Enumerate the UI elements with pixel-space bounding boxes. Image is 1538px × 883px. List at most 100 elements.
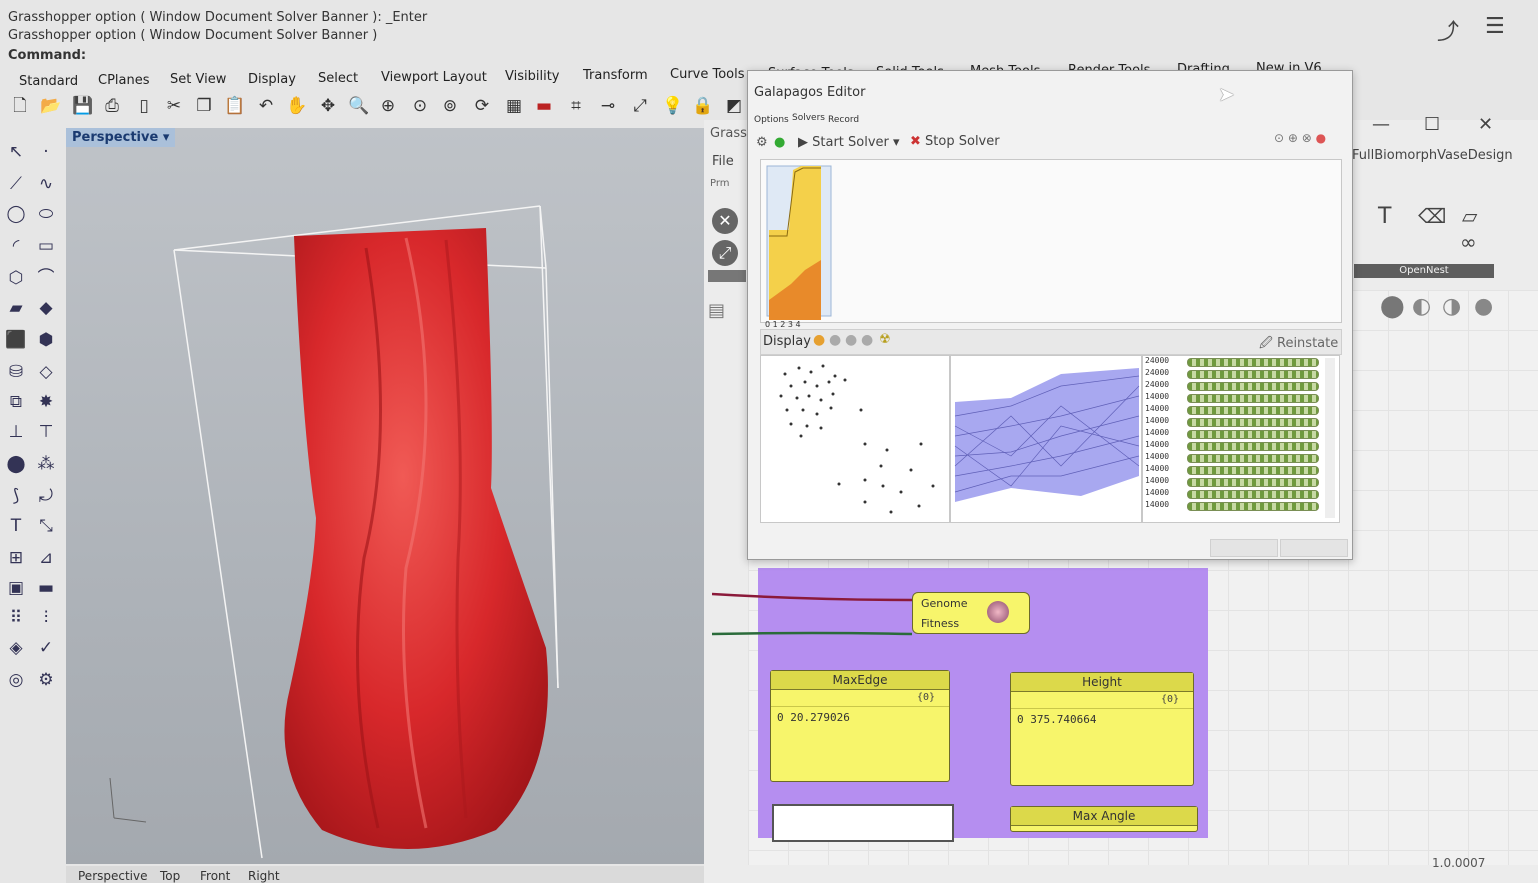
vase-model[interactable] [66, 128, 704, 864]
page-icon[interactable]: ▯ [134, 96, 154, 116]
genome-input[interactable]: Genome [921, 597, 967, 610]
maxangle-component[interactable]: Max Angle [1010, 806, 1198, 832]
car-icon[interactable]: ▬ [534, 96, 554, 116]
scale-icon[interactable]: ⤡ [34, 514, 58, 538]
fitness-row[interactable]: 14000 [1145, 440, 1331, 451]
zoom-window-icon[interactable]: ⊕ [378, 96, 398, 116]
fitness-row[interactable]: 14000 [1145, 452, 1331, 463]
copy-icon[interactable]: ❐ [194, 96, 214, 116]
height-panel[interactable]: Height {0} 0 375.740664 [1010, 672, 1194, 786]
fitness-list-panel[interactable]: 24000 24000 24000 14000 14000 14000 1400… [1142, 355, 1340, 523]
perspective-viewport[interactable]: Perspective ▾ [66, 128, 704, 864]
display-dot-3[interactable]: ● [845, 332, 857, 348]
group-icon[interactable]: ⬤ [4, 452, 28, 476]
fitness-scrollbar[interactable] [1325, 358, 1335, 518]
grasshopper-file-menu[interactable]: File [712, 154, 734, 169]
material-icon[interactable]: ◩ [724, 96, 744, 116]
opennest-section[interactable]: OpenNest [1354, 264, 1494, 278]
display-dot-2[interactable]: ● [829, 332, 841, 348]
undo-icon[interactable]: ↶ [256, 96, 276, 116]
boolean-icon[interactable]: ⧉ [4, 390, 28, 414]
split-icon[interactable]: ⊥ [4, 420, 28, 444]
dimension-icon[interactable]: ⊿ [34, 546, 58, 570]
maxedge-panel[interactable]: MaxEdge {0} 0 20.279026 [770, 670, 950, 782]
fitness-row[interactable]: 14000 [1145, 500, 1331, 511]
surface-icon[interactable]: ▰ [4, 296, 28, 320]
render-icon[interactable]: ◈ [4, 636, 28, 660]
galapagos-tab-options[interactable]: Options [754, 115, 789, 125]
galapagos-tab-record[interactable]: Record [828, 115, 859, 125]
array-icon[interactable]: ⁂ [34, 452, 58, 476]
rotate-view-icon[interactable]: ⟳ [472, 96, 492, 116]
link-icon[interactable]: ⤢ [712, 240, 738, 266]
tab-curve-tools[interactable]: Curve Tools [670, 67, 745, 82]
cylinder-icon[interactable]: ⛁ [4, 360, 28, 384]
tune-icon[interactable]: ☰ [1485, 14, 1505, 39]
viewport-tab-perspective[interactable]: Perspective [78, 869, 148, 883]
galapagos-editor-window[interactable]: Galapagos Editor Options Solvers Record … [747, 70, 1353, 560]
document-icon[interactable]: ▤ [708, 300, 725, 321]
layers-icon[interactable]: ◎ [4, 668, 28, 692]
maximize-icon[interactable]: ☐ [1424, 114, 1440, 135]
minimize-icon[interactable]: — [1372, 114, 1390, 135]
graph-mode-icons[interactable]: ⊙ ⊕ ⊗ ● [1274, 131, 1326, 145]
close-window-icon[interactable]: ✕ [1478, 114, 1493, 135]
save-icon[interactable]: 💾 [72, 96, 93, 116]
box-icon[interactable]: ⬛ [4, 328, 28, 352]
command-prompt[interactable]: Command: [8, 48, 86, 63]
extrude-icon[interactable]: ⬢ [34, 328, 58, 352]
cluster-icon[interactable]: ∞ [1460, 230, 1477, 254]
light-bulb-icon[interactable]: 💡 [662, 96, 683, 116]
mesh-tool-icon[interactable]: ◇ [34, 360, 58, 384]
tab-select[interactable]: Select [318, 71, 358, 86]
tab-set-view[interactable]: Set View [170, 72, 226, 87]
text-tag-icon[interactable]: T [1378, 204, 1391, 229]
fillet-curve-icon[interactable]: ⤾ [34, 484, 58, 508]
curve-icon[interactable]: ∿ [34, 172, 58, 196]
check-icon[interactable]: ✓ [34, 636, 58, 660]
eraser-icon[interactable]: ⌫ [1418, 204, 1446, 228]
plane-icon[interactable]: ▱ [1462, 204, 1477, 228]
gumball-icon[interactable]: ⤢ [630, 96, 650, 116]
fitness-row[interactable]: 14000 [1145, 416, 1331, 427]
viewport-tab-front[interactable]: Front [200, 869, 230, 883]
zoom-icon[interactable]: 🔍 [348, 96, 369, 116]
print-icon[interactable]: ⎙ [102, 96, 122, 116]
cut-icon[interactable]: ✂ [164, 96, 184, 116]
start-solver-button[interactable]: ▶ Start Solver ▾ [798, 135, 900, 150]
grasshopper-tab-prm[interactable]: Prm [710, 178, 730, 189]
pan-hand-icon[interactable]: ✋ [286, 96, 307, 116]
new-file-icon[interactable]: 🗋 [10, 96, 30, 116]
fitness-row[interactable]: 24000 [1145, 368, 1331, 379]
fitness-input[interactable]: Fitness [921, 617, 959, 630]
open-folder-icon[interactable]: 📂 [40, 96, 61, 116]
grid-icon[interactable]: ▦ [504, 96, 524, 116]
shape-icon-3[interactable]: ◑ [1442, 294, 1461, 319]
polygon-icon[interactable]: ⬡ [4, 266, 28, 290]
mesh-icon[interactable]: ⌗ [566, 96, 586, 116]
fitness-row[interactable]: 24000 [1145, 356, 1331, 367]
text-tool-icon[interactable]: T [4, 514, 28, 538]
explode-icon[interactable]: ✸ [34, 390, 58, 414]
arc-icon[interactable]: ◜ [4, 234, 28, 258]
paste-icon[interactable]: 📋 [224, 96, 245, 116]
ruler-icon[interactable]: ▬ [34, 576, 58, 600]
shape-icon-2[interactable]: ◐ [1412, 294, 1431, 319]
display-dot-4[interactable]: ● [861, 332, 873, 348]
cancel-button-disabled[interactable] [1280, 539, 1348, 557]
rectangle-icon[interactable]: ▭ [34, 234, 58, 258]
tab-standard[interactable]: Standard [19, 74, 78, 89]
tab-visibility[interactable]: Visibility [505, 69, 559, 84]
circle-icon[interactable]: ◯ [4, 202, 28, 226]
solid-box-icon[interactable]: ▣ [4, 576, 28, 600]
share-icon[interactable]: ⤴ [1437, 14, 1459, 46]
trim-icon[interactable]: ⊤ [34, 420, 58, 444]
point-icon[interactable]: · [34, 140, 58, 164]
viewport-tab-top[interactable]: Top [160, 869, 180, 883]
fillet-icon[interactable]: ⌒ [34, 266, 58, 290]
fitness-row[interactable]: 14000 [1145, 464, 1331, 475]
offset-icon[interactable]: ⟆ [4, 484, 28, 508]
shape-icon-4[interactable]: ● [1474, 294, 1493, 319]
viewport-tab-right[interactable]: Right [248, 869, 280, 883]
select-arrow-icon[interactable]: ↖ [4, 140, 28, 164]
